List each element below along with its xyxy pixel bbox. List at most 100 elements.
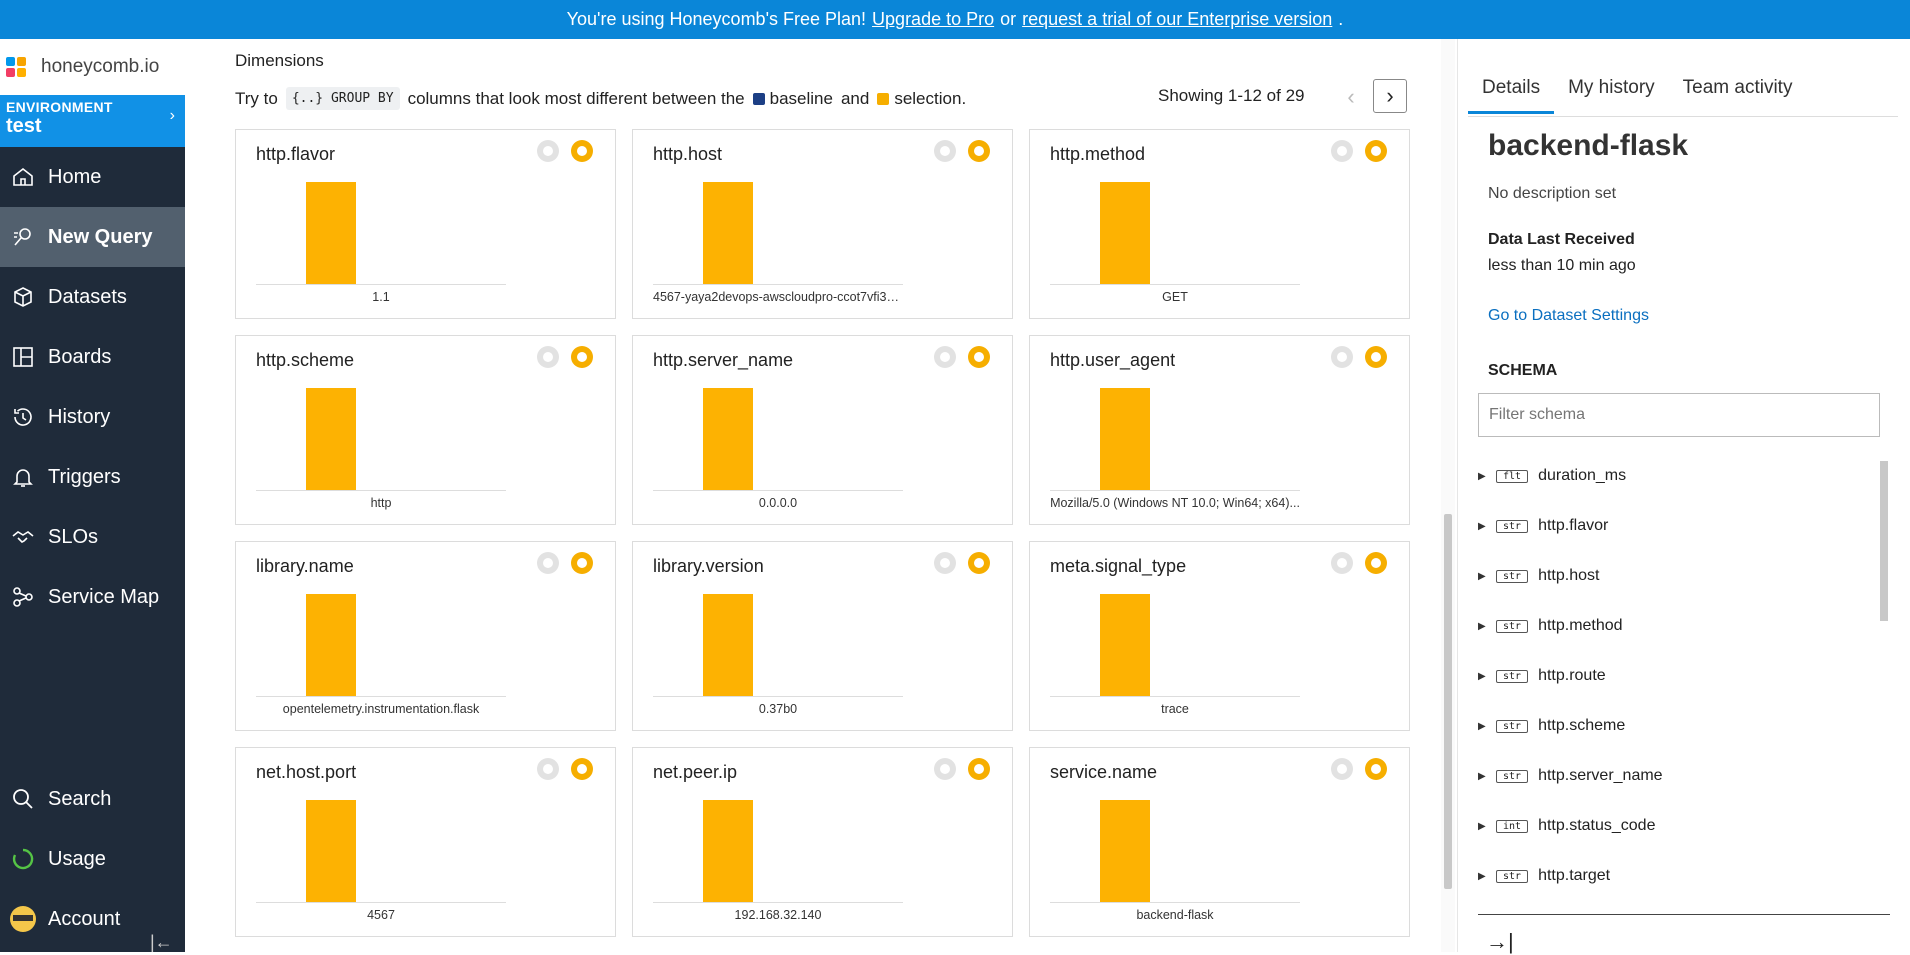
- selection-toggle-icon[interactable]: [968, 552, 990, 574]
- schema-filter-input[interactable]: [1478, 393, 1880, 437]
- trial-link[interactable]: request a trial of our Enterprise versio…: [1022, 9, 1332, 30]
- selection-toggle-icon[interactable]: [571, 140, 593, 162]
- tab-team-activity[interactable]: Team activity: [1669, 69, 1807, 114]
- dimension-value-label: http: [370, 496, 392, 510]
- chart-baseline: [256, 490, 506, 491]
- logo[interactable]: honeycomb.io: [0, 39, 185, 95]
- chevron-right-icon: ›: [169, 107, 175, 124]
- tab-my-history[interactable]: My history: [1554, 69, 1669, 114]
- selection-toggle-icon[interactable]: [1365, 346, 1387, 368]
- expand-caret-icon[interactable]: ▶: [1478, 521, 1496, 532]
- dimension-card[interactable]: http.server_name 0.0.0.0: [632, 335, 1013, 525]
- schema-row[interactable]: ▶ flt duration_ms: [1478, 451, 1873, 501]
- field-name: http.scheme: [1538, 717, 1626, 734]
- chart-baseline: [1050, 490, 1300, 491]
- dataset-settings-link[interactable]: Go to Dataset Settings: [1488, 307, 1649, 325]
- collapse-sidebar-icon[interactable]: |←: [150, 932, 173, 953]
- prev-page-button[interactable]: ‹: [1335, 81, 1367, 113]
- dimension-card[interactable]: http.host 4567-yaya2devops-awscloudpro-cc…: [632, 129, 1013, 319]
- schema-scrollbar[interactable]: [1878, 451, 1890, 916]
- schema-row[interactable]: ▶ str http.method: [1478, 601, 1873, 651]
- dimension-card[interactable]: net.peer.ip 192.168.32.140: [632, 747, 1013, 937]
- nav-item-triggers[interactable]: Triggers: [0, 447, 185, 507]
- baseline-toggle-icon[interactable]: [1331, 758, 1353, 780]
- baseline-toggle-icon[interactable]: [1331, 346, 1353, 368]
- baseline-toggle-icon[interactable]: [1331, 552, 1353, 574]
- dimension-card[interactable]: http.flavor 1.1: [235, 129, 616, 319]
- schema-row[interactable]: ▶ str http.flavor: [1478, 501, 1873, 551]
- dimension-card[interactable]: meta.signal_type trace: [1029, 541, 1410, 731]
- expand-caret-icon[interactable]: ▶: [1478, 721, 1496, 732]
- tab-details[interactable]: Details: [1468, 69, 1555, 114]
- environment-selector[interactable]: ENVIRONMENT test ›: [0, 95, 185, 147]
- baseline-toggle-icon[interactable]: [1331, 140, 1353, 162]
- selection-toggle-icon[interactable]: [1365, 140, 1387, 162]
- baseline-toggle-icon[interactable]: [537, 346, 559, 368]
- selection-toggle-icon[interactable]: [571, 758, 593, 780]
- dimension-card[interactable]: library.name opentelemetry.instrumentatio…: [235, 541, 616, 731]
- schema-row[interactable]: ▶ str http.target: [1478, 851, 1873, 901]
- nav-item-service-map[interactable]: Service Map: [0, 567, 185, 627]
- selection-toggle-icon[interactable]: [968, 140, 990, 162]
- field-name: http.target: [1538, 867, 1611, 884]
- dimension-card[interactable]: http.scheme http: [235, 335, 616, 525]
- baseline-toggle-icon[interactable]: [934, 346, 956, 368]
- nav-item-slos[interactable]: SLOs: [0, 507, 185, 567]
- environment-name: test: [6, 115, 42, 137]
- dimension-card[interactable]: http.user_agent Mozilla/5.0 (Windows NT 1…: [1029, 335, 1410, 525]
- selection-toggle-icon[interactable]: [968, 758, 990, 780]
- expand-caret-icon[interactable]: ▶: [1478, 471, 1496, 482]
- expand-caret-icon[interactable]: ▶: [1478, 771, 1496, 782]
- baseline-toggle-icon[interactable]: [537, 140, 559, 162]
- nav-item-boards[interactable]: Boards: [0, 327, 185, 387]
- selection-toggle-icon[interactable]: [1365, 552, 1387, 574]
- selection-toggle-icon[interactable]: [571, 346, 593, 368]
- baseline-toggle-icon[interactable]: [537, 552, 559, 574]
- dimension-value-label: 0.0.0.0: [758, 496, 798, 510]
- dimension-value-label: GET: [1162, 290, 1188, 304]
- expand-panel-icon[interactable]: →|: [1486, 929, 1514, 955]
- baseline-toggle-icon[interactable]: [934, 758, 956, 780]
- nav-item-history[interactable]: History: [0, 387, 185, 447]
- baseline-toggle-icon[interactable]: [934, 552, 956, 574]
- expand-caret-icon[interactable]: ▶: [1478, 621, 1496, 632]
- group-by-badge: {..} GROUP BY: [285, 87, 400, 110]
- nav-item-home[interactable]: Home: [0, 147, 185, 207]
- banner-suffix: .: [1338, 9, 1344, 29]
- schema-scrollbar-thumb[interactable]: [1880, 461, 1888, 621]
- schema-row[interactable]: ▶ str http.scheme: [1478, 701, 1873, 751]
- nav-item-datasets[interactable]: Datasets: [0, 267, 185, 327]
- nav-item-usage[interactable]: Usage: [0, 829, 185, 889]
- selection-toggle-icon[interactable]: [968, 346, 990, 368]
- upgrade-link[interactable]: Upgrade to Pro: [872, 9, 994, 30]
- schema-row[interactable]: ▶ str http.route: [1478, 651, 1873, 701]
- dimension-card[interactable]: http.method GET: [1029, 129, 1410, 319]
- expand-caret-icon[interactable]: ▶: [1478, 821, 1496, 832]
- dimension-value-label: 4567: [367, 908, 395, 922]
- dimension-card[interactable]: net.host.port 4567: [235, 747, 616, 937]
- schema-row[interactable]: ▶ str http.host: [1478, 551, 1873, 601]
- search-icon: [8, 784, 38, 814]
- baseline-toggle-icon[interactable]: [934, 140, 956, 162]
- dimension-title: service.name: [1050, 762, 1158, 782]
- selection-toggle-icon[interactable]: [1365, 758, 1387, 780]
- baseline-toggle-icon[interactable]: [537, 758, 559, 780]
- scrollbar-thumb[interactable]: [1444, 514, 1452, 889]
- nav-label: Datasets: [48, 285, 127, 308]
- nav-item-search[interactable]: Search: [0, 769, 185, 829]
- dimension-card[interactable]: service.name backend-flask: [1029, 747, 1410, 937]
- selection-toggle-icon[interactable]: [571, 552, 593, 574]
- environment-label: ENVIRONMENT: [6, 99, 113, 115]
- selection-bar: [1100, 800, 1150, 902]
- expand-caret-icon[interactable]: ▶: [1478, 571, 1496, 582]
- dimension-card[interactable]: library.version 0.37b0: [632, 541, 1013, 731]
- expand-caret-icon[interactable]: ▶: [1478, 671, 1496, 682]
- expand-caret-icon[interactable]: ▶: [1478, 871, 1496, 882]
- next-page-button[interactable]: ›: [1373, 79, 1407, 113]
- nav-item-new-query[interactable]: New Query: [0, 207, 185, 267]
- usage-icon: [8, 844, 38, 874]
- schema-row[interactable]: ▶ int http.status_code: [1478, 801, 1873, 851]
- schema-row[interactable]: ▶ str http.server_name: [1478, 751, 1873, 801]
- field-type-badge: str: [1496, 769, 1529, 783]
- main-scrollbar[interactable]: [1441, 39, 1455, 952]
